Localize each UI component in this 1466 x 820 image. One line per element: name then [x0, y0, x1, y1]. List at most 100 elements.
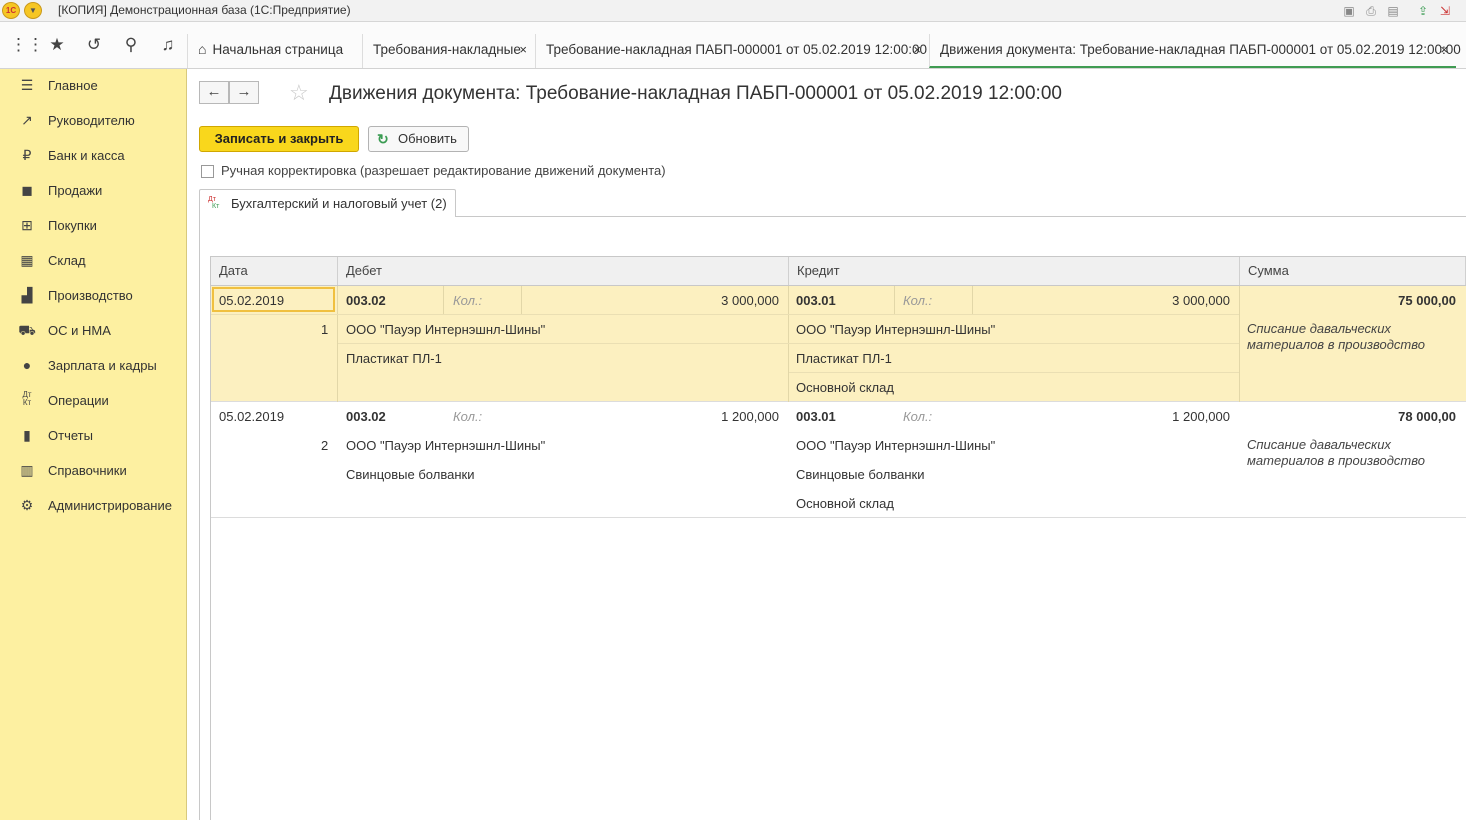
sidebar-item-reports[interactable]: ▮ Отчеты: [0, 419, 186, 454]
sidebar-item-operations[interactable]: Дт Кт Операции: [0, 384, 186, 419]
divider: [211, 314, 1239, 315]
table-header: Дата Дебет Кредит Сумма: [211, 257, 1466, 286]
trend-icon: ↗: [21, 112, 33, 128]
sidebar-item-fixed-assets[interactable]: ⛟ ОС и НМА: [0, 314, 186, 349]
tab-home[interactable]: ⌂ Начальная страница: [187, 34, 362, 68]
dt-kt-icon: Дт Кт: [22, 390, 32, 407]
sidebar-item-directories[interactable]: ▥ Справочники: [0, 454, 186, 489]
save-icon[interactable]: ▣: [1341, 3, 1357, 19]
factory-icon: ▟: [21, 287, 33, 303]
refresh-button[interactable]: ↻ Обновить: [368, 126, 469, 152]
main-menu-chevron-icon[interactable]: ▼: [24, 2, 42, 19]
divider: [337, 286, 338, 402]
apps-grid-icon[interactable]: ⋮⋮: [10, 34, 44, 56]
credit-subconto-2: Пластикат ПЛ-1: [796, 351, 892, 366]
sidebar-item-main[interactable]: ☰ Главное: [0, 69, 186, 104]
app-logo[interactable]: 1С: [2, 2, 20, 19]
sidebar-item-label: Банк и касса: [48, 148, 125, 163]
forward-arrow-icon[interactable]: →: [229, 81, 259, 104]
sidebar-item-manager[interactable]: ↗ Руководителю: [0, 104, 186, 139]
debit-subconto-1: ООО "Пауэр Интернэшнл-Шины": [346, 322, 546, 337]
book-icon: ▥: [20, 462, 34, 478]
sidebar-item-label: Главное: [48, 78, 98, 93]
back-arrow-icon[interactable]: ←: [199, 81, 229, 104]
row-sum: 75 000,00: [1398, 293, 1456, 308]
warehouse-icon: ▦: [20, 252, 34, 268]
sidebar-item-label: Руководителю: [48, 113, 135, 128]
sidebar-item-label: Администрирование: [48, 498, 172, 513]
credit-qty-label: Кол.:: [903, 293, 933, 308]
credit-qty-label: Кол.:: [903, 409, 933, 424]
dt-kt-icon: Дт Кт: [208, 196, 220, 210]
column-header-credit[interactable]: Кредит: [789, 257, 1240, 285]
column-header-date[interactable]: Дата: [211, 257, 338, 285]
tab-requisition-doc[interactable]: Требование-накладная ПАБП-000001 от 05.0…: [535, 34, 929, 68]
sidebar-item-label: ОС и НМА: [48, 323, 111, 338]
credit-subconto-1: ООО "Пауэр Интернэшнл-Шины": [796, 438, 996, 453]
truck-icon: ⛟: [18, 322, 36, 338]
divider: [788, 286, 789, 402]
close-icon[interactable]: ×: [1440, 34, 1448, 65]
debit-account: 003.02: [346, 409, 386, 424]
export-icon[interactable]: ⇲: [1437, 3, 1453, 19]
table-row[interactable]: 05.02.2019 2 003.02 Кол.: 1 200,000 ООО …: [211, 402, 1466, 518]
bell-icon[interactable]: ♫: [157, 34, 179, 56]
sidebar-item-bank[interactable]: ₽ Банк и касса: [0, 139, 186, 174]
credit-subconto-3: Основной склад: [796, 496, 894, 511]
favorites-star-icon[interactable]: ★: [46, 34, 68, 56]
row-date: 05.02.2019: [219, 293, 285, 308]
close-icon[interactable]: ×: [913, 34, 921, 65]
column-header-debit[interactable]: Дебет: [338, 257, 789, 285]
print-icon[interactable]: ⎙: [1363, 3, 1379, 19]
divider: [521, 286, 522, 315]
save-and-close-button[interactable]: Записать и закрыть: [199, 126, 359, 152]
search-icon[interactable]: ⚲: [120, 34, 142, 56]
tab-document-movements-label: Движения документа: Требование-накладная…: [940, 42, 1461, 57]
sidebar-item-label: Продажи: [48, 183, 103, 198]
sidebar-item-sales[interactable]: ◼ Продажи: [0, 174, 186, 209]
menu-icon: ☰: [20, 77, 34, 93]
table-row[interactable]: 05.02.2019 1 003.02 Кол.: 3 000,000 ООО …: [211, 286, 1466, 402]
row-content: Списание давальческих материалов в произ…: [1247, 437, 1425, 468]
column-header-sum[interactable]: Сумма: [1240, 257, 1466, 285]
sidebar: ☰ Главное ↗ Руководителю ₽ Банк и касса …: [0, 69, 187, 820]
tab-requisition-doc-label: Требование-накладная ПАБП-000001 от 05.0…: [546, 42, 928, 57]
credit-subconto-3: Основной склад: [796, 380, 894, 395]
manual-edit-checkbox[interactable]: [201, 165, 214, 178]
refresh-button-label: Обновить: [398, 131, 457, 146]
sidebar-item-label: Покупки: [48, 218, 97, 233]
window-title: [КОПИЯ] Демонстрационная база (1С:Предпр…: [58, 3, 351, 17]
bar-chart-icon: ▮: [23, 427, 31, 443]
tab-accounting[interactable]: Дт Кт Бухгалтерский и налоговый учет (2): [199, 189, 456, 217]
history-icon[interactable]: ↺: [83, 34, 105, 56]
bag-icon: ◼: [21, 182, 33, 198]
person-icon: ●: [22, 357, 32, 373]
sidebar-item-label: Операции: [48, 393, 109, 408]
tab-accounting-label: Бухгалтерский и налоговый учет (2): [231, 196, 447, 211]
debit-qty: 1 200,000: [721, 409, 779, 424]
tab-document-movements[interactable]: Движения документа: Требование-накладная…: [929, 34, 1461, 68]
sidebar-item-label: Справочники: [48, 463, 127, 478]
refresh-icon: ↻: [377, 131, 389, 147]
sidebar-item-production[interactable]: ▟ Производство: [0, 279, 186, 314]
credit-qty: 3 000,000: [1172, 293, 1230, 308]
close-icon[interactable]: ×: [519, 34, 527, 65]
credit-qty: 1 200,000: [1172, 409, 1230, 424]
sidebar-item-purchases[interactable]: ⊞ Покупки: [0, 209, 186, 244]
upload-icon[interactable]: ⇪: [1415, 3, 1431, 19]
sidebar-item-administration[interactable]: ⚙ Администрирование: [0, 489, 186, 524]
divider: [338, 343, 1239, 344]
sidebar-item-label: Склад: [48, 253, 86, 268]
movements-table[interactable]: Дата Дебет Кредит Сумма 05.02.2019 1 003…: [210, 256, 1466, 820]
title-bar: 1С ▼ [КОПИЯ] Демонстрационная база (1С:П…: [0, 0, 1466, 22]
sidebar-item-warehouse[interactable]: ▦ Склад: [0, 244, 186, 279]
row-number: 2: [321, 438, 329, 453]
sidebar-item-payroll[interactable]: ● Зарплата и кадры: [0, 349, 186, 384]
tab-requisitions[interactable]: Требования-накладные ×: [362, 34, 535, 68]
debit-qty: 3 000,000: [721, 293, 779, 308]
gear-icon: ⚙: [20, 497, 34, 513]
preview-icon[interactable]: ▤: [1385, 3, 1401, 19]
credit-subconto-2: Свинцовые болванки: [796, 467, 925, 482]
favorite-star-icon[interactable]: ☆: [289, 80, 309, 106]
credit-account: 003.01: [796, 409, 836, 424]
